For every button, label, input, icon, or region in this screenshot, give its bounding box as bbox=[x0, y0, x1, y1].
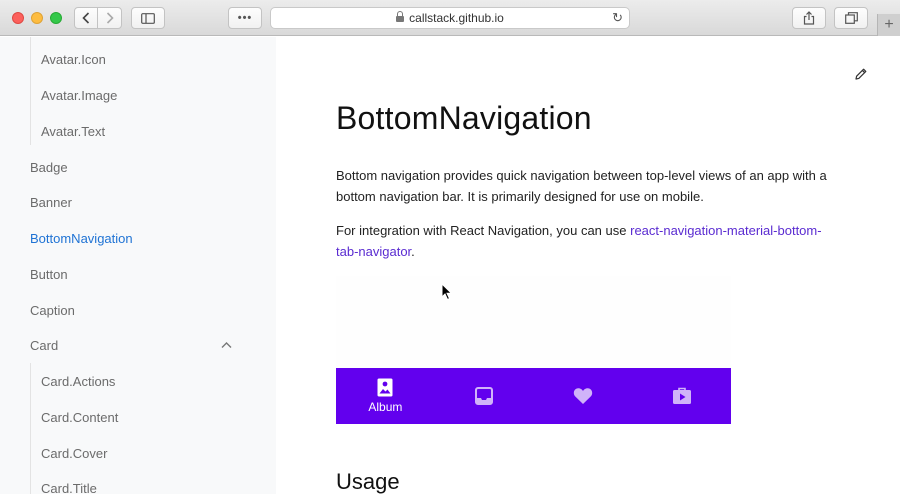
docs-sidebar: Avatar.Icon Avatar.Image Avatar.Text Bad… bbox=[0, 37, 276, 494]
back-button[interactable] bbox=[75, 8, 98, 28]
heart-icon bbox=[573, 388, 593, 404]
demo-screen-area bbox=[336, 276, 731, 368]
chevron-left-icon bbox=[82, 12, 90, 24]
video-bag-icon bbox=[672, 387, 691, 404]
lock-icon bbox=[396, 10, 405, 23]
tab-favorites[interactable] bbox=[534, 368, 633, 424]
page-title: BottomNavigation bbox=[336, 100, 592, 136]
share-button[interactable] bbox=[792, 7, 826, 29]
tab-label-album: Album bbox=[368, 400, 403, 414]
sidebar-item-avatar-image[interactable]: Avatar.Image bbox=[41, 88, 117, 104]
submenu-guide-line bbox=[30, 37, 31, 145]
tabs-overview-icon bbox=[844, 12, 858, 24]
window-minimize-button[interactable] bbox=[31, 12, 43, 24]
plus-icon: + bbox=[884, 16, 894, 33]
sidebar-item-banner[interactable]: Banner bbox=[30, 195, 72, 211]
sidebar-item-card-title[interactable]: Card.Title bbox=[41, 481, 97, 494]
chevron-right-icon bbox=[106, 12, 114, 24]
pencil-edit-icon[interactable] bbox=[854, 67, 868, 81]
submenu-guide-line bbox=[30, 363, 31, 494]
tab-purchased[interactable] bbox=[632, 368, 731, 424]
integration-suffix: . bbox=[411, 244, 415, 259]
toggle-sidebar-button[interactable] bbox=[131, 7, 165, 29]
sidebar-item-avatar-icon[interactable]: Avatar.Icon bbox=[41, 52, 106, 68]
sidebar-item-card-actions[interactable]: Card.Actions bbox=[41, 374, 115, 390]
tab-inbox[interactable] bbox=[435, 368, 534, 424]
reload-icon[interactable]: ↻ bbox=[612, 10, 623, 26]
sidebar-item-badge[interactable]: Badge bbox=[30, 160, 68, 176]
sidebar-item-bottomnavigation[interactable]: BottomNavigation bbox=[30, 231, 133, 247]
sidebar-item-avatar-text[interactable]: Avatar.Text bbox=[41, 124, 105, 140]
sidebar-item-button[interactable]: Button bbox=[30, 267, 68, 283]
inbox-icon bbox=[475, 387, 494, 405]
window-close-button[interactable] bbox=[12, 12, 24, 24]
integration-text: For integration with React Navigation, y… bbox=[336, 223, 631, 238]
window-maximize-button[interactable] bbox=[50, 12, 62, 24]
doc-content: BottomNavigation Bottom navigation provi… bbox=[276, 37, 900, 494]
more-dots-icon: ••• bbox=[237, 12, 253, 24]
intro-paragraph: Bottom navigation provides quick navigat… bbox=[336, 168, 827, 204]
extensions-button[interactable]: ••• bbox=[228, 7, 262, 29]
chevron-up-icon[interactable] bbox=[221, 340, 232, 351]
history-nav-group bbox=[74, 7, 122, 29]
forward-button[interactable] bbox=[98, 8, 121, 28]
browser-toolbar: ••• callstack.github.io ↻ + bbox=[0, 0, 900, 36]
sidebar-item-card-cover[interactable]: Card.Cover bbox=[41, 446, 107, 462]
usage-heading: Usage bbox=[336, 469, 400, 494]
sidebar-icon bbox=[141, 12, 155, 24]
address-bar[interactable]: callstack.github.io ↻ bbox=[270, 7, 630, 29]
share-icon bbox=[803, 11, 815, 25]
mouse-cursor-icon bbox=[441, 283, 453, 301]
sidebar-item-card[interactable]: Card bbox=[30, 338, 58, 354]
sidebar-item-card-content[interactable]: Card.Content bbox=[41, 410, 118, 426]
tab-album[interactable]: Album bbox=[336, 368, 435, 424]
address-bar-url: callstack.github.io bbox=[409, 11, 504, 25]
integration-paragraph: For integration with React Navigation, y… bbox=[336, 220, 836, 262]
demo-bottom-navigation: Album bbox=[336, 368, 731, 424]
show-tabs-button[interactable] bbox=[834, 7, 868, 29]
sidebar-item-caption[interactable]: Caption bbox=[30, 303, 75, 319]
new-tab-button[interactable]: + bbox=[877, 14, 900, 36]
image-album-icon bbox=[377, 378, 393, 397]
